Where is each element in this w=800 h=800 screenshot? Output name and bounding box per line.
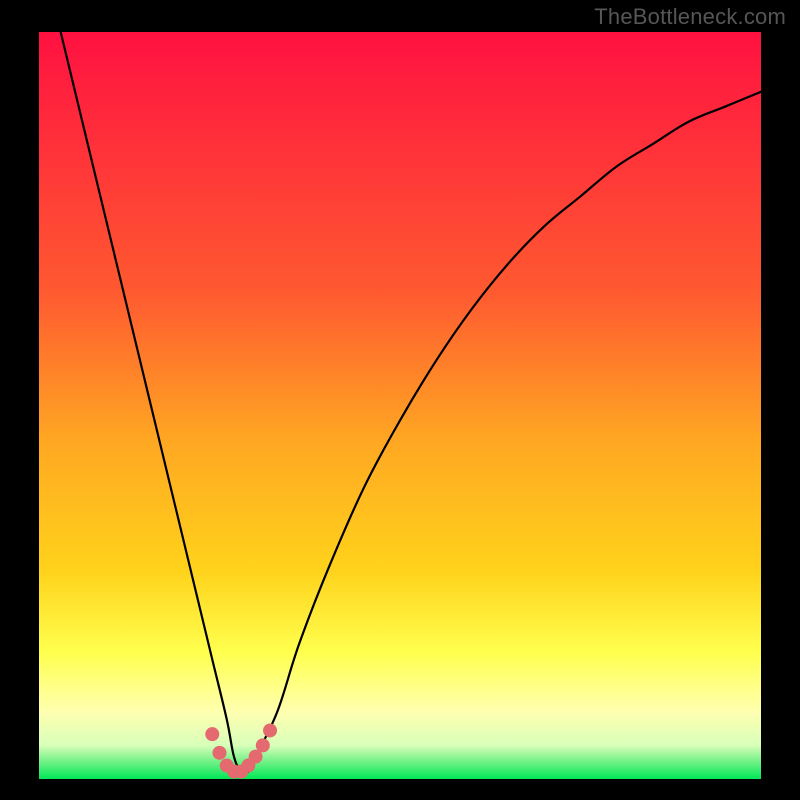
highlight-dot	[256, 738, 270, 752]
highlight-dot	[213, 746, 227, 760]
highlight-dot	[205, 727, 219, 741]
plot-area	[39, 32, 761, 779]
highlight-dot	[263, 723, 277, 737]
watermark-text: TheBottleneck.com	[594, 4, 786, 30]
bottleneck-chart	[39, 32, 761, 779]
chart-stage: TheBottleneck.com	[0, 0, 800, 800]
